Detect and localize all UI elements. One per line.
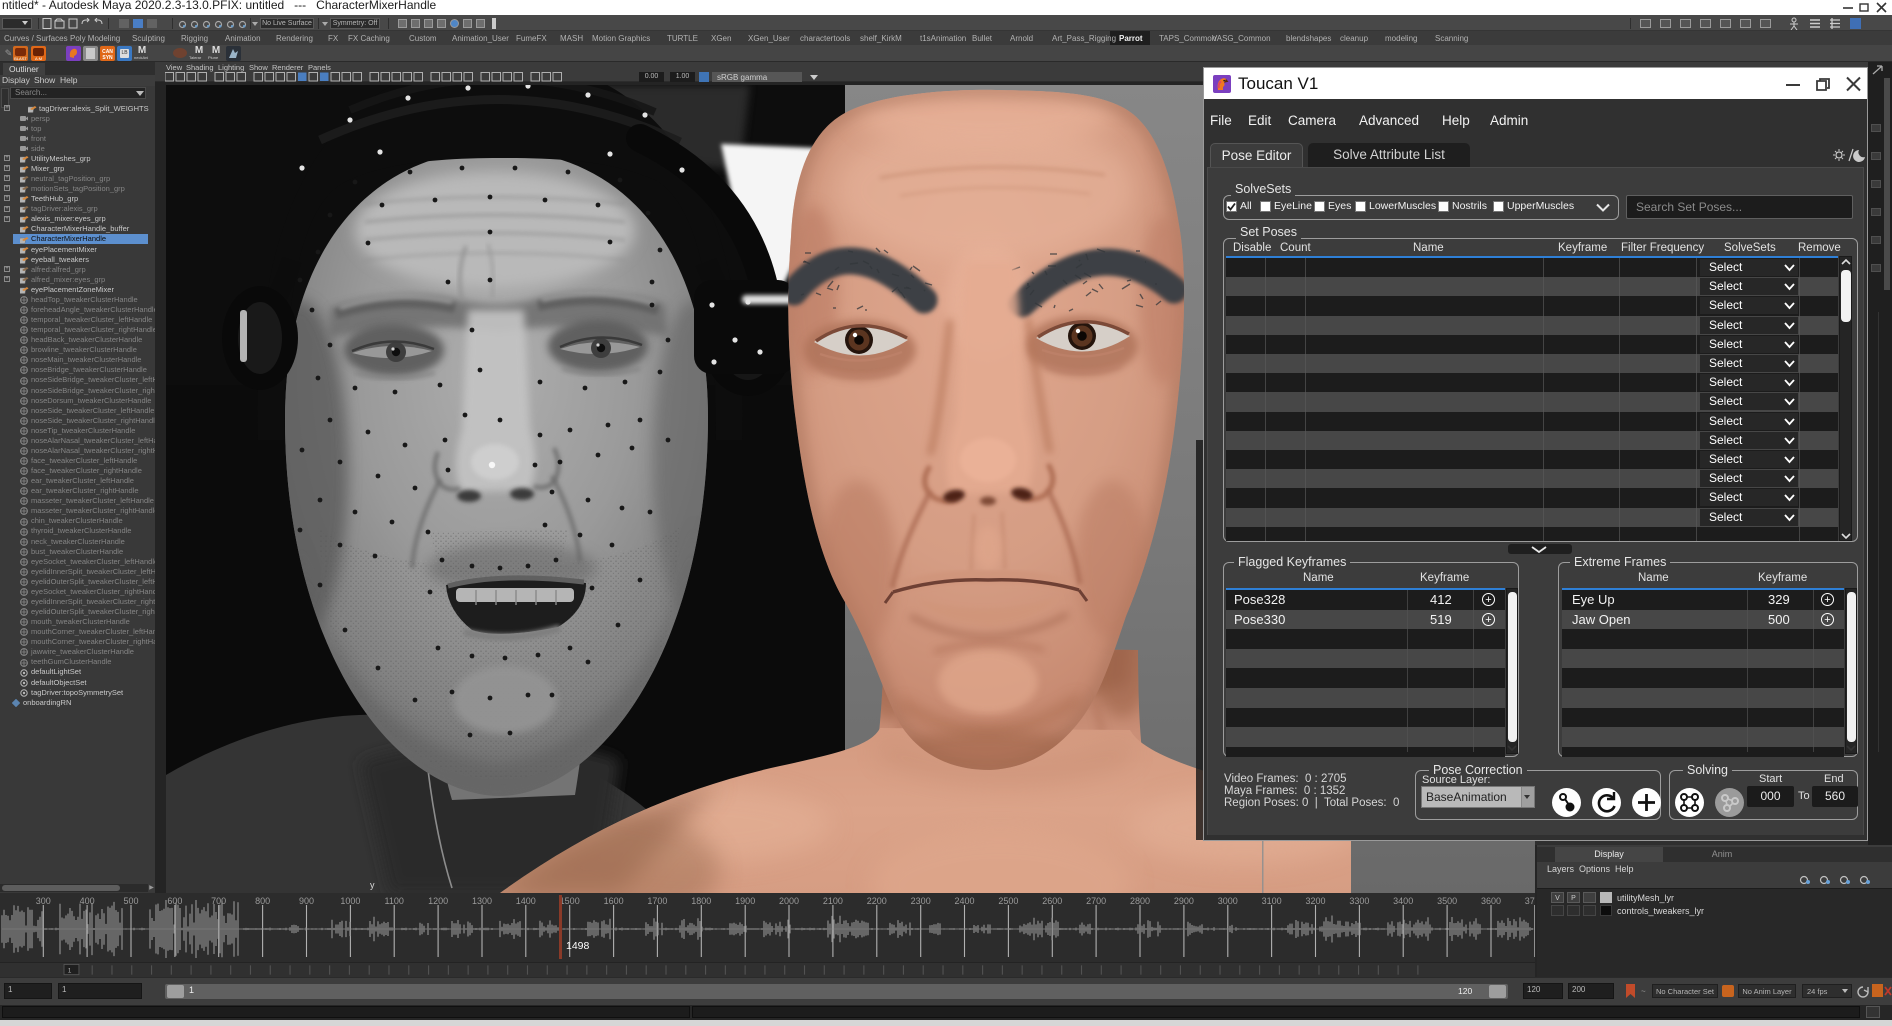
- svg-text:1300: 1300: [472, 896, 492, 906]
- svg-text:2900: 2900: [1174, 896, 1194, 906]
- svg-text:1800: 1800: [691, 896, 711, 906]
- svg-text:2500: 2500: [998, 896, 1018, 906]
- svg-text:600: 600: [167, 896, 182, 906]
- svg-text:3000: 3000: [1218, 896, 1238, 906]
- svg-text:800: 800: [255, 896, 270, 906]
- svg-text:1900: 1900: [735, 896, 755, 906]
- svg-text:1500: 1500: [560, 896, 580, 906]
- svg-text:1600: 1600: [604, 896, 624, 906]
- svg-text:3200: 3200: [1305, 896, 1325, 906]
- svg-text:1200: 1200: [428, 896, 448, 906]
- svg-text:1: 1: [68, 967, 72, 974]
- svg-text:2800: 2800: [1130, 896, 1150, 906]
- svg-text:1400: 1400: [516, 896, 536, 906]
- svg-text:900: 900: [299, 896, 314, 906]
- svg-text:1700: 1700: [647, 896, 667, 906]
- svg-text:3400: 3400: [1393, 896, 1413, 906]
- svg-text:1000: 1000: [340, 896, 360, 906]
- svg-text:300: 300: [36, 896, 51, 906]
- svg-text:3500: 3500: [1437, 896, 1457, 906]
- svg-text:2100: 2100: [823, 896, 843, 906]
- svg-text:2400: 2400: [954, 896, 974, 906]
- svg-text:1100: 1100: [385, 896, 404, 906]
- svg-text:2000: 2000: [779, 896, 799, 906]
- svg-text:2300: 2300: [911, 896, 931, 906]
- svg-text:2600: 2600: [1042, 896, 1062, 906]
- svg-text:2700: 2700: [1086, 896, 1106, 906]
- svg-text:500: 500: [123, 896, 138, 906]
- svg-text:3300: 3300: [1349, 896, 1369, 906]
- svg-text:y: y: [370, 880, 375, 890]
- svg-text:1498: 1498: [566, 940, 590, 952]
- svg-text:3600: 3600: [1481, 896, 1501, 906]
- svg-text:3100: 3100: [1262, 896, 1282, 906]
- svg-text:2200: 2200: [867, 896, 887, 906]
